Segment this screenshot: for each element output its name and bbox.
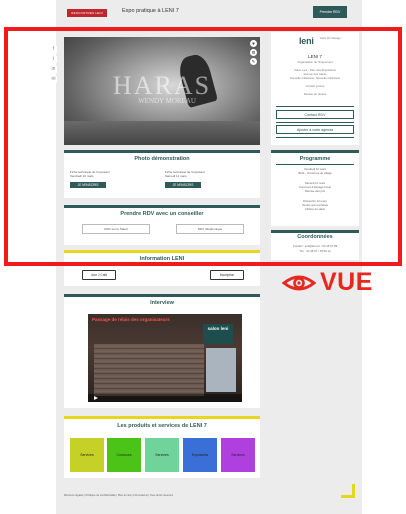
vue-label: VUE (320, 268, 373, 296)
card-header-bar-yellow (64, 416, 260, 419)
site-logo[interactable]: RENCONTRES LENI (67, 9, 107, 17)
corner-accent (352, 484, 355, 498)
video-controls[interactable] (88, 394, 242, 402)
highlight-frame (4, 27, 402, 266)
footer-links[interactable]: Mentions légales | Politique de confiden… (64, 494, 173, 497)
inscription-button[interactable]: Inscription (210, 270, 244, 280)
product-tile[interactable]: Concours (107, 438, 141, 472)
product-tile[interactable]: Exposants (183, 438, 217, 472)
video-title: Passage de relais des organisateurs (92, 317, 170, 322)
product-tile[interactable]: Services (70, 438, 104, 472)
product-tile[interactable]: Services (221, 438, 255, 472)
eye-icon (282, 275, 316, 291)
card-header-bar (64, 294, 260, 297)
product-tile[interactable]: Services (145, 438, 179, 472)
interview-video[interactable]: Passage de relais des organisateurs salo… (88, 314, 242, 402)
cafe-button[interactable]: Jour J Cafe (82, 270, 116, 280)
video-stage (206, 348, 236, 392)
produits-title: Les produits et services de LENI 7 (117, 423, 207, 429)
video-crowd (94, 344, 204, 396)
play-icon[interactable] (94, 396, 98, 400)
page-title: Expo pratique à LENI 7 (122, 8, 179, 14)
top-cta-button[interactable]: Prendre RDV (313, 6, 347, 18)
interview-title: Interview (150, 300, 174, 306)
video-logo: salon leni (203, 324, 233, 344)
